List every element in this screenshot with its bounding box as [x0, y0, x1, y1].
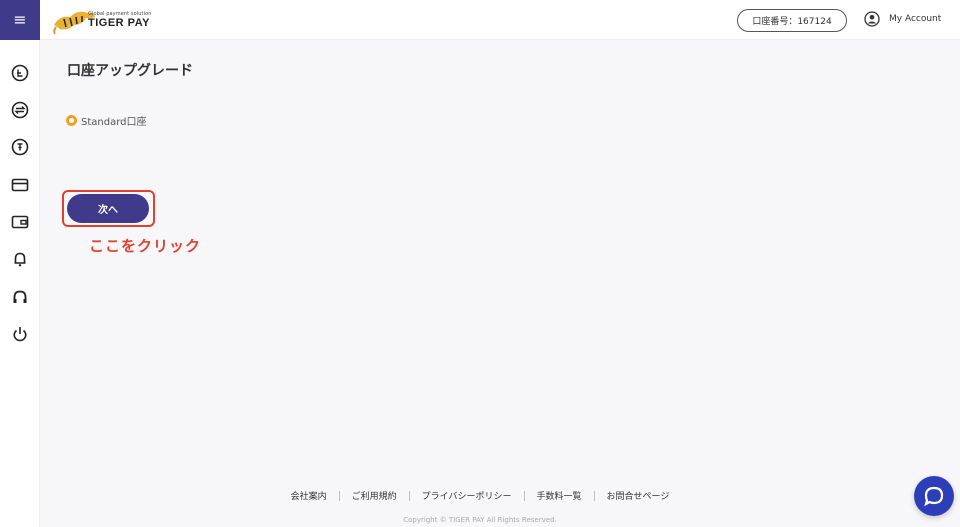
- sidebar-item-exchange[interactable]: [10, 100, 30, 120]
- page-title: 口座アップグレード: [67, 63, 193, 79]
- copyright: Copyright © TIGER PAY All Rights Reserve…: [403, 516, 557, 524]
- footer-link-privacy[interactable]: プライバシーポリシー: [422, 489, 512, 502]
- sidebar-item-withdraw[interactable]: [10, 137, 30, 157]
- sidebar: [0, 40, 40, 527]
- sidebar-item-card[interactable]: [10, 175, 30, 195]
- footer-separator: [338, 490, 340, 501]
- chat-bubble-icon: [924, 486, 944, 507]
- sidebar-item-wallet[interactable]: [10, 212, 30, 232]
- footer-link-terms[interactable]: ご利用規約: [352, 489, 397, 502]
- power-icon: [13, 327, 27, 342]
- standard-account-label: Standard口座: [81, 117, 147, 128]
- footer-separator: [593, 490, 595, 501]
- sidebar-item-notifications[interactable]: [10, 249, 30, 269]
- footer-link-contact[interactable]: お問合せページ: [607, 489, 670, 502]
- footer-links: 会社案内 ご利用規約 プライバシーポリシー 手数料一覧 お問合せページ: [270, 489, 690, 502]
- headset-icon: [13, 290, 27, 303]
- top-bar: ≡ Global payment solution TIGER PAY 口座番号…: [0, 0, 960, 40]
- footer-separator: [408, 490, 410, 501]
- user-circle-icon: [864, 11, 880, 27]
- footer-separator: [523, 490, 525, 501]
- sidebar-item-balance[interactable]: [10, 63, 30, 83]
- sidebar-item-support[interactable]: [10, 287, 30, 307]
- exchange-icon: [11, 101, 29, 119]
- footer-link-company[interactable]: 会社案内: [291, 489, 327, 502]
- click-here-annotation: ここをクリック: [89, 237, 202, 255]
- menu-button[interactable]: ≡: [0, 0, 40, 40]
- radio-button-selected[interactable]: [66, 115, 77, 126]
- wallet-icon: [11, 215, 29, 229]
- withdraw-icon: [11, 138, 29, 156]
- hamburger-icon: ≡: [13, 10, 27, 29]
- bell-icon: [14, 252, 26, 267]
- my-account-link[interactable]: My Account: [864, 11, 941, 27]
- logo[interactable]: Global payment solution TIGER PAY: [52, 4, 152, 36]
- logo-name: TIGER PAY: [88, 17, 150, 29]
- footer-link-fees[interactable]: 手数料一覧: [537, 489, 582, 502]
- card-icon: [11, 178, 29, 192]
- account-number-badge: 口座番号：167124: [737, 9, 847, 32]
- my-account-label: My Account: [889, 14, 942, 24]
- coin-icon: [11, 64, 29, 82]
- next-button[interactable]: 次へ: [67, 194, 149, 223]
- standard-account-option[interactable]: Standard口座: [66, 113, 147, 128]
- sidebar-item-logout[interactable]: [10, 324, 30, 344]
- chat-button[interactable]: [914, 476, 954, 516]
